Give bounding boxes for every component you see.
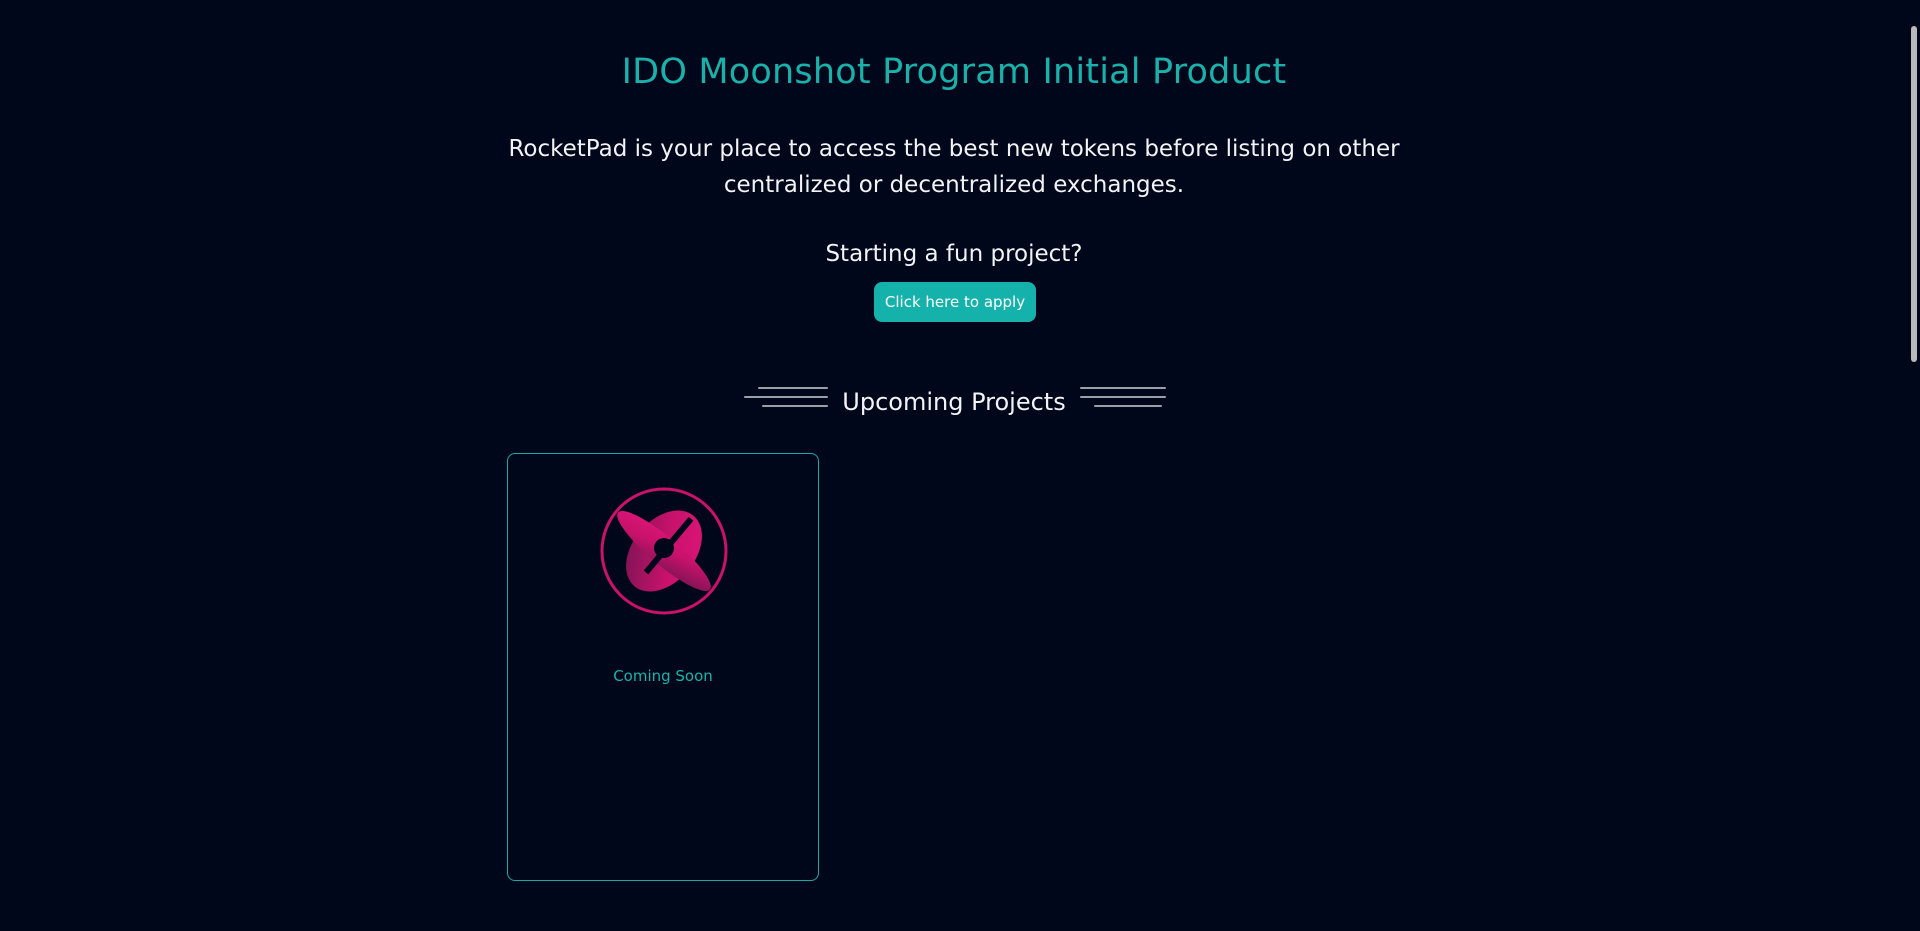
rocketpad-planet-icon xyxy=(599,486,729,616)
heading-lines-right-icon xyxy=(1078,385,1166,417)
page-title: IDO Moonshot Program Initial Product xyxy=(621,52,1287,92)
project-card[interactable]: Coming Soon xyxy=(507,453,819,881)
scrollbar[interactable] xyxy=(1908,0,1920,931)
intro-text: RocketPad is your place to access the be… xyxy=(508,136,1400,198)
page: IDO Moonshot Program Initial Product Roc… xyxy=(0,0,1920,931)
apply-prompt: Starting a fun project? xyxy=(825,241,1083,267)
apply-button[interactable]: Click here to apply xyxy=(874,282,1036,322)
upcoming-projects-heading: Upcoming Projects xyxy=(842,388,1066,416)
scrollbar-thumb[interactable] xyxy=(1911,26,1917,362)
project-status: Coming Soon xyxy=(613,667,713,685)
